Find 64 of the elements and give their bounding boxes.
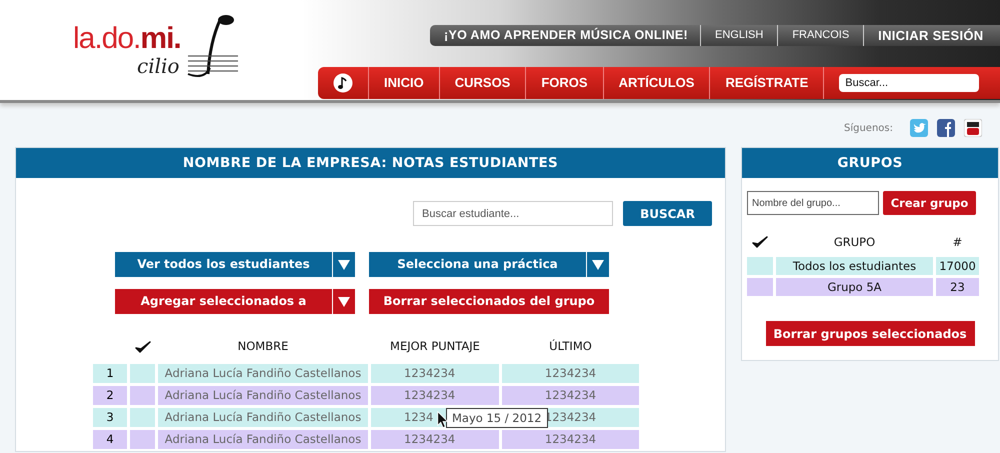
music-note-icon	[333, 73, 353, 93]
nav-item[interactable]: INICIO	[368, 67, 439, 99]
video-icon	[964, 119, 982, 137]
select-cell[interactable]	[747, 278, 773, 296]
caret-icon	[338, 296, 350, 306]
column-header: GRUPO	[832, 234, 876, 251]
row-number: 4	[93, 430, 127, 449]
column-header: ÚLTIMO	[548, 338, 593, 355]
search-field[interactable]: Buscar estudiante...	[413, 201, 613, 226]
table-cell: 1234234	[502, 430, 639, 449]
follow-label: Síguenos:	[844, 122, 893, 134]
create-button[interactable]: Crear grupo	[883, 191, 976, 215]
check-icon	[134, 340, 150, 354]
caret-icon	[592, 260, 604, 270]
nav-item[interactable]: CURSOS	[438, 67, 526, 99]
check-icon	[752, 235, 768, 249]
dropdown-button[interactable]: Selecciona una práctica	[369, 252, 609, 277]
table-cell: Adriana Lucía Fandiño Castellanos	[158, 408, 368, 427]
row-number: 1	[93, 364, 127, 383]
search-button[interactable]: BUSCAR	[623, 201, 712, 226]
nav-item[interactable]: REGÍSTRATE	[709, 67, 824, 99]
table-cell: 1234234	[371, 430, 499, 449]
logo-text[interactable]: cilio	[137, 54, 180, 78]
dropdown-button[interactable]: Agregar seleccionados a	[115, 289, 355, 314]
table-cell: Adriana Lucía Fandiño Castellanos	[158, 386, 368, 405]
table-cell: Adriana Lucía Fandiño Castellanos	[158, 364, 368, 383]
search-field[interactable]: Buscar...	[839, 74, 980, 92]
table-cell: 1234234	[502, 364, 639, 383]
cursor-icon	[437, 411, 449, 429]
table-cell: Adriana Lucía Fandiño Castellanos	[158, 430, 368, 449]
tooltip: Mayo 15 / 2012	[446, 408, 548, 428]
nav-item[interactable]: ARTÍCULOS	[602, 67, 710, 99]
caret-icon	[338, 260, 350, 270]
table-cell: Grupo 5A	[776, 278, 933, 296]
table-cell: Todos los estudiantes	[776, 257, 933, 275]
table-cell: 1234234	[371, 386, 499, 405]
input-field[interactable]: Nombre del grupo...	[747, 191, 879, 215]
row-number: 3	[93, 408, 127, 427]
top-link[interactable]: ENGLISH	[700, 25, 778, 46]
column-header: #	[952, 234, 964, 251]
bird-icon	[910, 119, 928, 137]
row-number: 2	[93, 386, 127, 405]
table-cell: 1234234	[371, 364, 499, 383]
select-cell[interactable]	[130, 364, 155, 383]
nav-item[interactable]: FOROS	[525, 67, 603, 99]
delete-button[interactable]: Borrar grupos seleccionados	[766, 321, 974, 346]
table-cell: 1234234	[502, 386, 639, 405]
column-header: MEJOR PUNTAJE	[389, 338, 481, 355]
panel-title: NOMBRE DE LA EMPRESA: NOTAS ESTUDIANTES	[16, 148, 725, 178]
table-cell: 23	[936, 278, 979, 296]
panel-title: GRUPOS	[742, 148, 998, 178]
select-cell[interactable]	[130, 408, 155, 427]
logo-text[interactable]: la.do.mi.	[73, 22, 181, 56]
table-cell: 17000	[936, 257, 979, 275]
top-link[interactable]: INICIAR SESIÓN	[863, 25, 1000, 46]
select-cell[interactable]	[747, 257, 773, 275]
select-cell[interactable]	[130, 430, 155, 449]
select-cell[interactable]	[130, 386, 155, 405]
column-header: NOMBRE	[236, 338, 290, 355]
top-link[interactable]: ¡YO AMO APRENDER MÚSICA ONLINE!	[430, 25, 700, 46]
top-link[interactable]: FRANCOIS	[777, 25, 864, 46]
facebook-icon	[937, 119, 955, 137]
dropdown-button[interactable]: Ver todos los estudiantes	[115, 252, 355, 277]
action-button[interactable]: Borrar seleccionados del grupo	[369, 289, 609, 314]
